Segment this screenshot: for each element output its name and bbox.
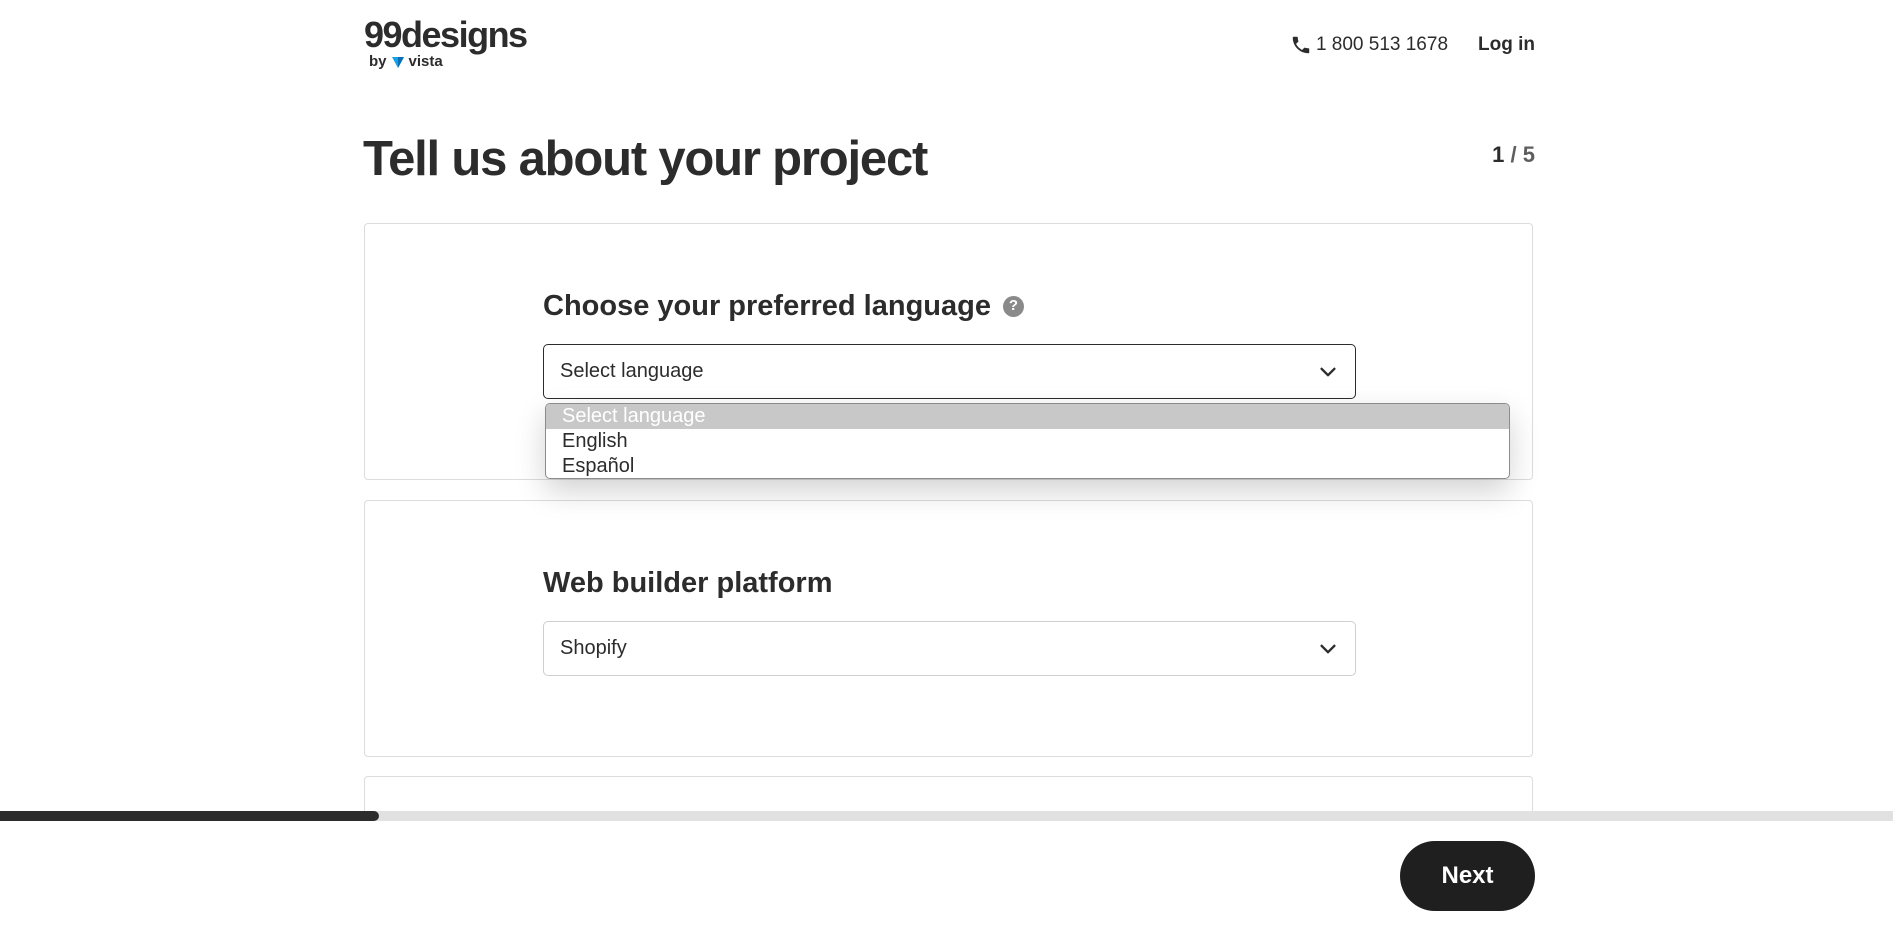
phone-number: 1 800 513 1678 [1315,34,1449,55]
phone-link[interactable]: 1 800 513 1678 [1290,31,1448,59]
language-select-value: Select language [560,360,704,382]
chevron-down-icon [1320,644,1336,653]
logo-wordmark: 99designs [364,14,528,55]
question-circle-icon[interactable]: ? [1003,295,1024,317]
language-option[interactable]: Español [546,454,1509,478]
platform-heading: Web builder platform [543,567,833,599]
step-indicator: 1 / 5 [1492,142,1535,168]
vista-logo-icon [391,57,404,68]
platform-card: Web builder platform Shopify [364,500,1533,757]
language-heading: Choose your preferred language ? [543,288,1024,324]
language-dropdown-list: Select language English Español [545,403,1510,479]
logo[interactable]: 99designs by vista [364,14,528,72]
platform-select[interactable]: Shopify [543,621,1356,676]
login-link[interactable]: Log in [1478,31,1535,59]
header-actions: 1 800 513 1678 Log in [1290,31,1535,59]
language-option[interactable]: Select language [546,404,1509,429]
logo-vista-text: vista [408,53,443,70]
step-current: 1 [1492,142,1505,167]
logo-by-text: by [369,53,387,70]
chevron-down-icon [1320,367,1336,376]
phone-icon [1292,36,1310,54]
page-title: Tell us about your project [363,132,928,186]
language-heading-text: Choose your preferred language [543,290,991,322]
page: 99designs by vista 1 800 513 1678 Log in… [0,0,1893,927]
footer: Next [0,821,1893,927]
platform-select-value: Shopify [560,637,627,659]
language-option[interactable]: English [546,429,1509,454]
step-total: / 5 [1510,142,1535,167]
next-button[interactable]: Next [1400,841,1535,911]
logo-byline: by vista [369,53,443,71]
language-select[interactable]: Select language [543,344,1356,399]
progress-fill [0,811,379,821]
progress-bar [0,811,1893,821]
